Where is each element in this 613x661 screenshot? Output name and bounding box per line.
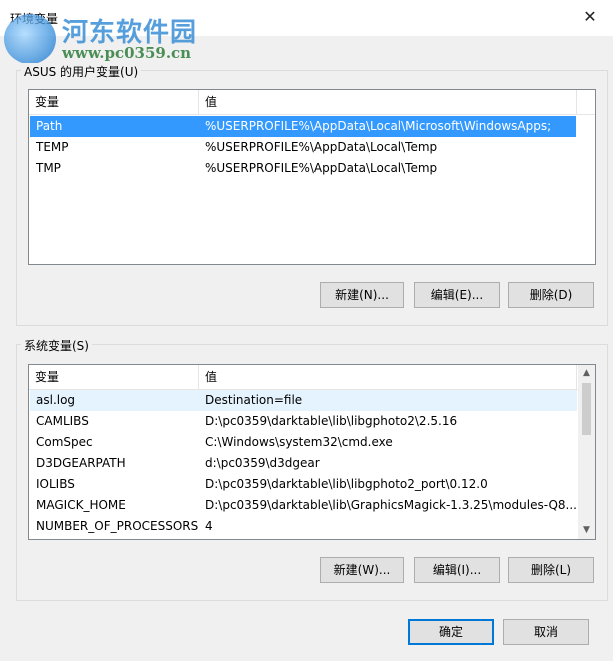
variable-value: D:\pc0359\darktable\lib\libgphoto2\2.5.1…: [205, 414, 458, 428]
column-header-value[interactable]: 值: [199, 90, 577, 114]
variable-value: D:\pc0359\darktable\lib\libgphoto2_port\…: [205, 477, 488, 491]
watermark-url: www.pc0359.cn: [62, 44, 192, 62]
watermark: 河东软件园 www.pc0359.cn: [4, 10, 214, 68]
variable-name: TEMP: [36, 140, 69, 154]
variable-name: IOLIBS: [36, 477, 75, 491]
variable-value: %USERPROFILE%\AppData\Local\Temp: [205, 140, 438, 154]
watermark-logo-icon: [4, 14, 56, 64]
close-icon: ✕: [583, 6, 597, 26]
variable-value: 4: [205, 519, 213, 533]
column-header-name[interactable]: 变量: [29, 90, 199, 114]
user-new-button[interactable]: 新建(N)...: [320, 282, 404, 308]
variable-value: C:\Windows\system32\cmd.exe: [205, 435, 393, 449]
list-header: 变量 值: [29, 90, 595, 115]
variable-name: ComSpec: [36, 435, 93, 449]
scroll-down-arrow-icon[interactable]: ▼: [578, 522, 595, 539]
scroll-up-arrow-icon[interactable]: ▲: [578, 365, 595, 382]
system-delete-button[interactable]: 删除(L): [508, 557, 594, 583]
variable-value: %USERPROFILE%\AppData\Local\Microsoft\Wi…: [205, 119, 552, 133]
variable-name: TMP: [36, 161, 61, 175]
variable-name: MAGICK_HOME: [36, 498, 126, 512]
ok-button[interactable]: 确定: [408, 619, 494, 645]
variable-value: d:\pc0359\d3dgear: [205, 456, 320, 470]
variable-value: %USERPROFILE%\AppData\Local\Temp: [205, 161, 438, 175]
scrollbar-thumb[interactable]: [582, 383, 591, 435]
table-row[interactable]: NUMBER_OF_PROCESSORS 4: [30, 516, 577, 537]
variable-value: Destination=file: [205, 393, 303, 407]
table-row[interactable]: Path %USERPROFILE%\AppData\Local\Microso…: [30, 116, 576, 137]
variable-name: asl.log: [36, 393, 76, 407]
system-new-button[interactable]: 新建(W)...: [320, 557, 404, 583]
table-row[interactable]: ComSpec C:\Windows\system32\cmd.exe: [30, 432, 577, 453]
vertical-scrollbar[interactable]: ▲ ▼: [578, 365, 595, 539]
table-row[interactable]: MAGICK_HOME D:\pc0359\darktable\lib\Grap…: [30, 495, 577, 516]
system-variables-list[interactable]: 变量 值 asl.log Destination=file CAMLIBS D:…: [28, 364, 596, 540]
user-edit-button[interactable]: 编辑(E)...: [414, 282, 500, 308]
close-button[interactable]: ✕: [567, 0, 613, 32]
column-header-value[interactable]: 值: [199, 365, 577, 389]
table-row[interactable]: TMP %USERPROFILE%\AppData\Local\Temp: [30, 158, 576, 179]
variable-name: D3DGEARPATH: [36, 456, 126, 470]
column-header-name[interactable]: 变量: [29, 365, 199, 389]
user-variables-list[interactable]: 变量 值 Path %USERPROFILE%\AppData\Local\Mi…: [28, 89, 596, 265]
table-row[interactable]: TEMP %USERPROFILE%\AppData\Local\Temp: [30, 137, 576, 158]
table-row[interactable]: IOLIBS D:\pc0359\darktable\lib\libgphoto…: [30, 474, 577, 495]
user-variables-label: ASUS 的用户变量(U): [21, 63, 142, 80]
table-row[interactable]: CAMLIBS D:\pc0359\darktable\lib\libgphot…: [30, 411, 577, 432]
variable-name: Path: [36, 119, 63, 133]
list-header: 变量 值: [29, 365, 595, 390]
user-delete-button[interactable]: 删除(D): [508, 282, 594, 308]
cancel-button[interactable]: 取消: [503, 619, 589, 645]
table-row[interactable]: D3DGEARPATH d:\pc0359\d3dgear: [30, 453, 577, 474]
system-variables-label: 系统变量(S): [21, 337, 92, 354]
variable-value: D:\pc0359\darktable\lib\GraphicsMagick-1…: [205, 498, 577, 512]
system-edit-button[interactable]: 编辑(I)...: [414, 557, 500, 583]
variable-name: NUMBER_OF_PROCESSORS: [36, 519, 199, 533]
variable-name: CAMLIBS: [36, 414, 89, 428]
table-row[interactable]: asl.log Destination=file: [30, 390, 577, 411]
